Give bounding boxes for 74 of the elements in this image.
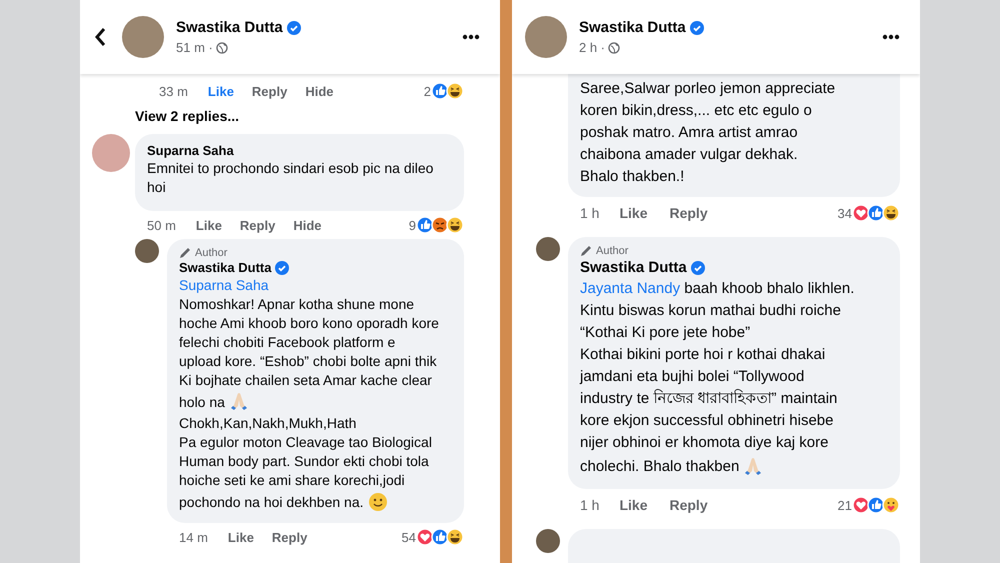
commenter-name[interactable]: Swastika Dutta bbox=[179, 260, 272, 275]
reaction-count: 9 bbox=[408, 218, 416, 232]
comment-text: nijer obhinoi er khomota diye kaj kore bbox=[580, 434, 828, 451]
avatar-photo bbox=[536, 237, 560, 261]
comment-text: pochondo na hoi dekhben na. bbox=[179, 493, 364, 512]
comment-text: baah khoob bhalo likhlen. bbox=[683, 280, 854, 297]
comment-time: 50 m bbox=[147, 218, 176, 232]
author-name[interactable]: Swastika Dutta bbox=[579, 19, 686, 36]
reaction-count: 34 bbox=[838, 206, 852, 220]
commenter-name[interactable]: Swastika Dutta bbox=[580, 259, 687, 276]
back-icon[interactable] bbox=[94, 27, 106, 47]
comment-text: Kothai bikini porte hoi r kothai dhakai bbox=[580, 346, 826, 363]
action-link[interactable]: Reply bbox=[252, 84, 288, 98]
comment-time: 33 m bbox=[159, 84, 188, 98]
comment-text: Kintu biswas korun mathai budhi roiche bbox=[580, 302, 841, 319]
post-time: 2 h · bbox=[579, 40, 606, 55]
post-time: 51 m · bbox=[176, 40, 213, 55]
action-link[interactable]: Reply bbox=[669, 205, 708, 221]
comment-text: cholechi. Bhalo thakben bbox=[580, 457, 740, 477]
author-label: Author bbox=[596, 245, 628, 257]
globe-icon bbox=[216, 42, 228, 54]
mention-link[interactable]: Suparna Saha bbox=[179, 277, 269, 293]
comment-text: hoi bbox=[147, 179, 166, 195]
comment-text: “Kothai Ki pore jete hobe” bbox=[580, 324, 750, 341]
like-link[interactable]: Like bbox=[196, 218, 222, 232]
comment-time: 1 h bbox=[580, 497, 600, 513]
commenter-name[interactable]: Suparna Saha bbox=[147, 143, 234, 158]
comment-text: hoche Ami khoob boro kono oporadh kore bbox=[179, 315, 439, 331]
comment-text: koren bikin,dress,... etc etc egulo o bbox=[580, 102, 812, 119]
comment-text: Nomoshkar! Apnar kotha shune mone bbox=[179, 296, 414, 312]
comment-text: Bhalo thakben.! bbox=[580, 168, 684, 185]
reaction-count: 2 bbox=[424, 84, 431, 98]
view-replies-link[interactable]: View 2 replies... bbox=[135, 108, 240, 124]
comment-text: felechi chobiti Facebook platform e bbox=[179, 334, 396, 350]
comment-text: Saree,Salwar porleo jemon appreciate bbox=[580, 80, 836, 97]
reaction-count: 54 bbox=[402, 530, 416, 544]
action-link[interactable]: Hide bbox=[293, 218, 322, 232]
action-link[interactable]: Reply bbox=[272, 530, 308, 544]
like-link[interactable]: Like bbox=[619, 497, 648, 513]
avatar-photo bbox=[525, 16, 567, 58]
action-link[interactable]: Reply bbox=[240, 218, 276, 232]
comment-text: Ki bojhate chailen seta Amar kache clear bbox=[179, 372, 432, 388]
comment-text: kore ekjon successful obhinetri hisebe bbox=[580, 412, 834, 429]
comment-text: Emnitei to prochondo sindari esob pic na dileo bbox=[147, 160, 434, 176]
action-link[interactable]: Hide bbox=[305, 84, 334, 98]
like-link[interactable]: Like bbox=[208, 84, 234, 98]
like-link[interactable]: Like bbox=[228, 530, 254, 544]
comment-time: 14 m bbox=[179, 530, 208, 544]
comment-text: jamdani eta bujhi bolei “Tollywood bbox=[580, 368, 804, 385]
globe-icon bbox=[608, 42, 620, 54]
avatar-photo bbox=[122, 16, 164, 58]
pencil-icon bbox=[580, 245, 592, 257]
comment-text: Pa egulor moton Cleavage tao Biological bbox=[179, 434, 432, 450]
mention-link[interactable]: Jayanta Nandy bbox=[580, 280, 680, 297]
comment-text: industry te নিজের ধারাবাহিকতা” maintain bbox=[580, 390, 838, 407]
author-label: Author bbox=[195, 247, 228, 259]
reaction-count: 21 bbox=[838, 498, 852, 512]
comment-text: holo na bbox=[179, 393, 225, 412]
more-icon[interactable] bbox=[882, 34, 900, 40]
avatar-photo bbox=[536, 529, 560, 553]
comment-text: hoiche seti ke ami share korechi,jodi bbox=[179, 472, 405, 488]
pencil-icon bbox=[179, 247, 191, 259]
comment-text: Human body part. Sundor ekti chobi tola bbox=[179, 453, 429, 469]
comment-time: 1 h bbox=[580, 205, 600, 221]
comment-text: poshak matro. Amra artist amrao bbox=[580, 124, 798, 141]
author-name[interactable]: Swastika Dutta bbox=[176, 19, 283, 36]
avatar-photo bbox=[92, 134, 130, 172]
comment-text: Chokh,Kan,Nakh,Mukh,Hath bbox=[179, 415, 356, 431]
more-icon[interactable] bbox=[462, 34, 480, 40]
like-link[interactable]: Like bbox=[619, 205, 648, 221]
action-link[interactable]: Reply bbox=[669, 497, 708, 513]
avatar-photo bbox=[135, 239, 159, 263]
comment-text: upload kore. “Eshob” chobi bolte apni thik bbox=[179, 353, 437, 369]
comment-text: chaibona amader vulgar dekhak. bbox=[580, 146, 798, 163]
